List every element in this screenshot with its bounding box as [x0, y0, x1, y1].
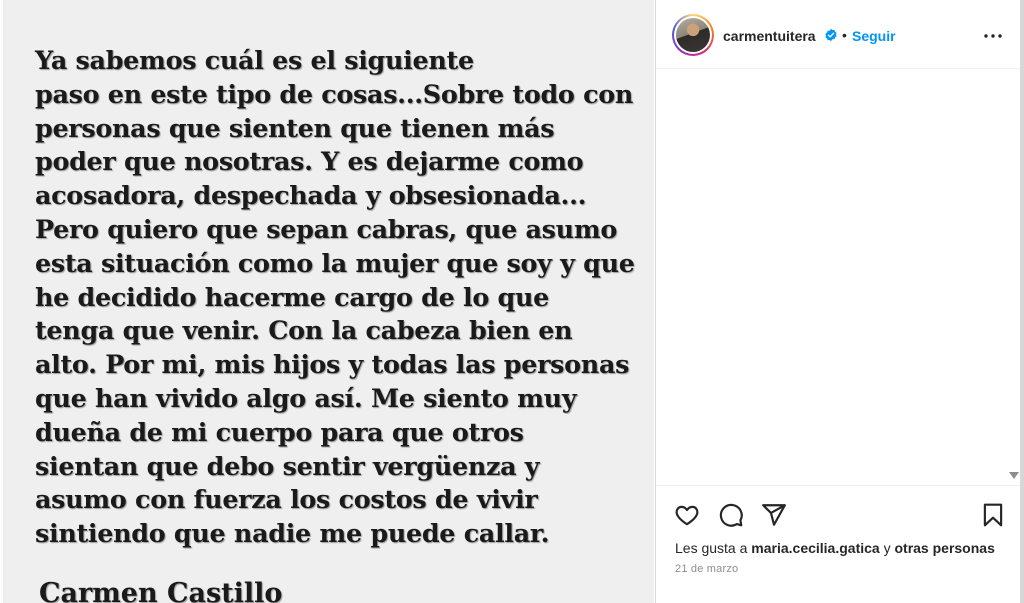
post-image[interactable]: Ya sabemos cuál es el siguiente paso en … — [3, 0, 654, 603]
header-separator: • — [842, 27, 847, 43]
likes-prefix: Les gusta a — [675, 540, 752, 556]
scroll-down-arrow-icon[interactable] — [1009, 472, 1019, 480]
heart-icon[interactable] — [674, 502, 700, 528]
post-header: carmentuitera • Seguir — [656, 0, 1024, 69]
post-side-panel: carmentuitera • Seguir Les gusta a maria… — [656, 0, 1024, 603]
likes-middle: y — [879, 540, 895, 556]
share-icon[interactable] — [761, 502, 787, 528]
comments-area[interactable] — [656, 70, 1024, 482]
window-edge — [1020, 0, 1024, 603]
comment-icon[interactable] — [718, 502, 744, 528]
verified-badge-icon — [825, 28, 837, 42]
avatar-border — [674, 16, 712, 54]
post-image-text: Ya sabemos cuál es el siguiente paso en … — [35, 45, 635, 549]
bookmark-icon[interactable] — [980, 502, 1006, 528]
avatar[interactable] — [672, 14, 714, 56]
post-actions: Les gusta a maria.cecilia.gatica y otras… — [656, 485, 1024, 603]
more-options-icon[interactable] — [981, 24, 1005, 48]
likes-summary: Les gusta a maria.cecilia.gatica y otras… — [675, 540, 995, 556]
follow-button[interactable]: Seguir — [852, 28, 896, 44]
likes-others-link[interactable]: otras personas — [894, 540, 994, 556]
post-image-signature: Carmen Castillo — [39, 578, 283, 603]
avatar-image — [676, 18, 710, 52]
post-date[interactable]: 21 de marzo — [675, 563, 738, 575]
username-link[interactable]: carmentuitera — [723, 28, 816, 44]
likes-user-link[interactable]: maria.cecilia.gatica — [751, 540, 879, 556]
instagram-post-view: Ya sabemos cuál es el siguiente paso en … — [0, 0, 1024, 603]
